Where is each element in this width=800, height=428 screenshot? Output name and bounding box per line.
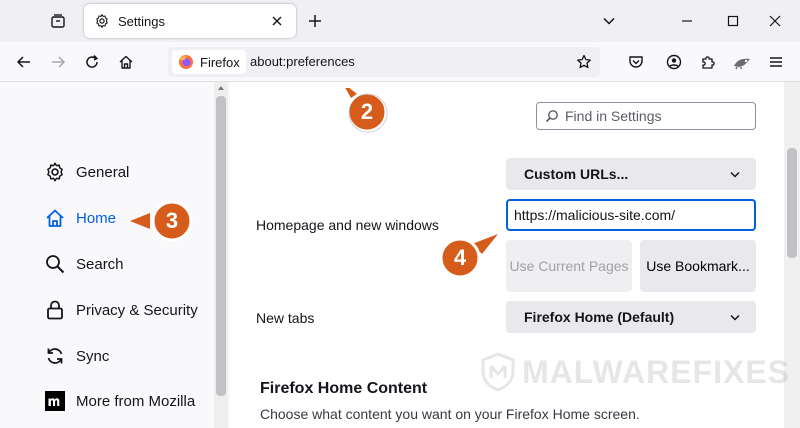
- sidebar-item-privacy-security[interactable]: Privacy & Security: [44, 297, 198, 323]
- home-button[interactable]: [112, 48, 140, 76]
- sync-icon: [44, 345, 66, 367]
- reload-button[interactable]: [78, 48, 106, 76]
- tab-overflow-button[interactable]: [596, 8, 622, 34]
- arrow-right-icon: [52, 56, 66, 68]
- sidebar-item-home[interactable]: Home: [44, 205, 116, 231]
- watermark-text: MALWAREFIXES: [522, 353, 791, 390]
- chevron-down-icon: [603, 17, 615, 25]
- step-badge-number: 3: [165, 208, 179, 233]
- sidebar-item-label: General: [76, 163, 130, 181]
- sidebar-item-label: Privacy & Security: [76, 301, 198, 319]
- search-placeholder: Find in Settings: [565, 108, 662, 124]
- use-bookmark-button[interactable]: Use Bookmark...: [640, 240, 756, 292]
- star-icon[interactable]: [574, 52, 594, 72]
- new-tabs-select[interactable]: Firefox Home (Default): [506, 301, 756, 333]
- sidebar-item-label: Sync: [76, 347, 110, 365]
- account-icon: [666, 54, 682, 70]
- step-badge-number: 2: [360, 99, 374, 124]
- home-content-title: Firefox Home Content: [260, 380, 428, 397]
- new-tabs-select-value: Firefox Home (Default): [524, 309, 675, 325]
- tab-settings[interactable]: Settings: [84, 4, 296, 38]
- close-icon: [769, 15, 781, 27]
- gear-icon: [94, 13, 110, 29]
- chevron-up-icon: [218, 86, 224, 90]
- shield-icon: [481, 352, 515, 392]
- account-button[interactable]: [660, 48, 688, 76]
- pocket-button[interactable]: [622, 48, 650, 76]
- step-badge-2: 2: [341, 88, 395, 134]
- new-tabs-label: New tabs: [256, 310, 315, 326]
- identity-box[interactable]: Firefox: [172, 50, 246, 74]
- pocket-icon: [629, 56, 643, 68]
- address-bar[interactable]: Firefox about:preferences: [168, 47, 600, 77]
- tab-title: Settings: [118, 13, 165, 29]
- tab-strip: Settings: [0, 0, 800, 42]
- extension-mascot-icon: [734, 58, 750, 70]
- firefox-logo-icon: [179, 55, 193, 69]
- extension-mascot-button[interactable]: [728, 48, 756, 76]
- search-icon: [44, 253, 66, 275]
- url-text[interactable]: about:preferences: [250, 54, 355, 69]
- minimize-icon: [682, 20, 692, 22]
- chevron-down-icon: [730, 314, 740, 321]
- settings-sidebar: General Home Search Privacy & Security S…: [0, 82, 230, 428]
- watermark: MALWAREFIXES: [480, 352, 790, 392]
- home-icon: [44, 207, 66, 229]
- minimize-button[interactable]: [674, 8, 700, 34]
- identity-label: Firefox: [200, 54, 240, 70]
- homepage-url-input[interactable]: [506, 199, 756, 231]
- mozilla-icon: [44, 390, 66, 412]
- plus-icon: [309, 15, 321, 27]
- step-badge-3: 3: [130, 197, 202, 243]
- back-button[interactable]: [10, 48, 38, 76]
- forward-button[interactable]: [44, 48, 72, 76]
- close-window-button[interactable]: [762, 8, 788, 34]
- new-tab-button[interactable]: [303, 9, 327, 33]
- sidebar-item-label: Home: [76, 209, 117, 227]
- homepage-label: Homepage and new windows: [256, 217, 439, 233]
- close-icon[interactable]: [268, 12, 286, 30]
- sidebar-item-search[interactable]: Search: [44, 251, 124, 277]
- reload-icon: [86, 54, 99, 68]
- homepage-select-value: Custom URLs...: [524, 166, 629, 182]
- hamburger-menu-icon: [770, 57, 782, 67]
- sidebar-scrollbar-thumb[interactable]: [216, 96, 226, 396]
- sidebar-item-label: Search: [76, 255, 124, 273]
- gear-icon: [44, 161, 66, 183]
- homepage-select[interactable]: Custom URLs...: [506, 158, 756, 190]
- puzzle-icon: [702, 56, 715, 69]
- main-scrollbar-thumb[interactable]: [787, 148, 797, 258]
- lock-icon: [44, 299, 66, 321]
- chevron-down-icon: [730, 171, 740, 178]
- navigation-toolbar: Firefox about:preferences: [0, 42, 800, 82]
- menu-button[interactable]: [762, 48, 790, 76]
- sidebar-item-general[interactable]: General: [44, 159, 129, 185]
- maximize-button[interactable]: [720, 8, 746, 34]
- maximize-icon: [727, 15, 739, 27]
- step-badge-4: 4: [436, 234, 500, 280]
- sidebar-item-more-from-mozilla[interactable]: More from Mozilla: [44, 388, 195, 414]
- step-badge-number: 4: [453, 245, 467, 270]
- home-icon: [119, 55, 133, 69]
- arrow-left-icon: [16, 56, 30, 68]
- search-icon: [545, 110, 558, 123]
- use-current-pages-button[interactable]: Use Current Pages: [506, 240, 632, 292]
- extensions-button[interactable]: [694, 48, 722, 76]
- tab-list-button[interactable]: [44, 8, 72, 34]
- sidebar-item-label: More from Mozilla: [76, 392, 196, 410]
- find-in-settings[interactable]: Find in Settings: [536, 102, 756, 130]
- tab-list-icon: [51, 14, 65, 28]
- sidebar-item-sync[interactable]: Sync: [44, 343, 109, 369]
- sidebar-scrollbar[interactable]: [214, 82, 228, 428]
- home-content-description: Choose what content you want on your Fir…: [260, 406, 640, 422]
